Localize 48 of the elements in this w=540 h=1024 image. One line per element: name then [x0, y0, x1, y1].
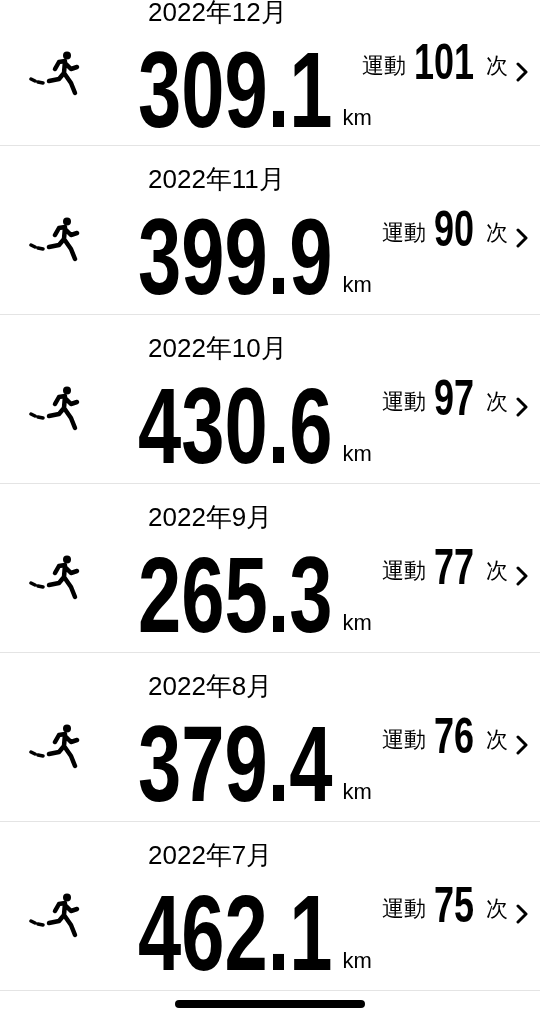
chevron-icon[interactable]	[516, 735, 528, 755]
count-value: 101	[413, 37, 475, 86]
month-label: 2022年10月	[148, 333, 288, 363]
count-label: 運動	[381, 388, 426, 416]
count-label: 運動	[381, 726, 426, 754]
distance-value: 309.1	[138, 40, 333, 139]
count-unit: 次	[486, 51, 508, 80]
distance-unit: km	[342, 441, 372, 467]
count-value: 90	[433, 205, 474, 253]
count-label: 運動	[381, 895, 426, 923]
runner-icon	[29, 724, 81, 770]
chevron-icon[interactable]	[516, 566, 528, 586]
distance-value: 399.9	[138, 208, 333, 306]
count-label: 運動	[361, 51, 406, 80]
count-value: 97	[433, 374, 474, 422]
month-label: 2022年12月	[148, 0, 288, 27]
count-label: 運動	[381, 219, 426, 247]
runner-icon	[29, 386, 81, 432]
count-unit: 次	[486, 219, 508, 247]
distance-value: 265.3	[138, 546, 333, 644]
runner-icon	[29, 555, 81, 601]
distance-unit: km	[342, 948, 372, 974]
count-value: 77	[433, 543, 474, 591]
distance-unit: km	[342, 104, 372, 131]
chevron-icon[interactable]	[516, 904, 528, 924]
distance-unit: km	[342, 272, 372, 298]
distance-unit: km	[342, 779, 372, 805]
chevron-icon[interactable]	[516, 397, 528, 417]
distance-unit: km	[342, 610, 372, 636]
count-value: 76	[433, 712, 474, 760]
count-value: 75	[433, 881, 474, 929]
runner-icon	[29, 50, 81, 97]
distance-value: 379.4	[138, 715, 333, 813]
count-label: 運動	[381, 557, 426, 585]
month-label: 2022年11月	[148, 164, 286, 194]
runner-icon	[29, 217, 81, 263]
count-unit: 次	[486, 388, 508, 416]
runner-icon	[29, 893, 81, 939]
month-label: 2022年8月	[148, 671, 274, 701]
chevron-icon[interactable]	[516, 61, 528, 82]
chevron-icon[interactable]	[516, 228, 528, 248]
month-label: 2022年7月	[148, 840, 274, 870]
distance-value: 462.1	[138, 884, 333, 982]
count-unit: 次	[486, 726, 508, 754]
month-label: 2022年9月	[148, 502, 274, 532]
distance-value: 430.6	[138, 377, 333, 475]
count-unit: 次	[486, 895, 508, 923]
count-unit: 次	[486, 557, 508, 585]
